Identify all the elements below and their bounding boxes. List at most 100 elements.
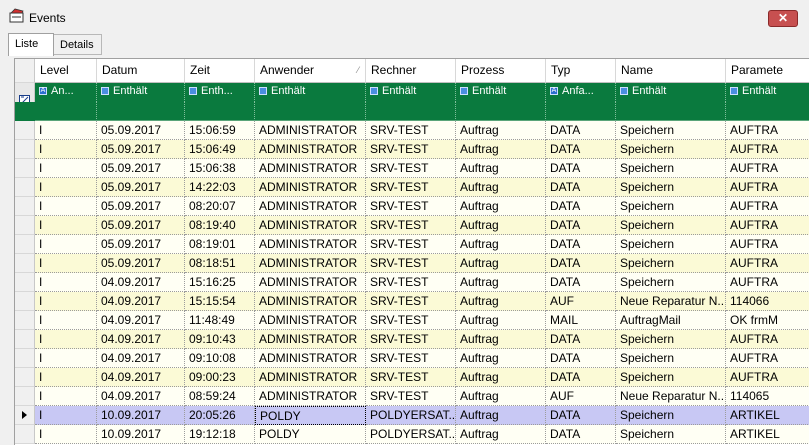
cell-name[interactable]: AuftragMail <box>616 311 726 330</box>
table-row[interactable]: I 04.09.2017 15:16:25 ADMINISTRATOR SRV-TEST… <box>15 273 809 292</box>
filter-input-datum[interactable] <box>97 102 185 121</box>
cell-anwender[interactable]: ADMINISTRATOR <box>255 140 366 159</box>
cell-level[interactable]: I <box>35 140 97 159</box>
cell-prozess[interactable]: Auftrag <box>456 216 546 235</box>
cell-prozess[interactable]: Auftrag <box>456 311 546 330</box>
row-selector[interactable] <box>15 273 35 292</box>
cell-rechner[interactable]: SRV-TEST <box>366 349 456 368</box>
cell-prozess[interactable]: Auftrag <box>456 292 546 311</box>
cell-prozess[interactable]: Auftrag <box>456 140 546 159</box>
cell-level[interactable]: I <box>35 235 97 254</box>
cell-datum[interactable]: 04.09.2017 <box>97 368 185 387</box>
cell-parameter[interactable]: AUFTRA <box>726 140 809 159</box>
filter-operator-icon[interactable] <box>370 87 378 96</box>
cell-parameter[interactable]: 114066 <box>726 292 809 311</box>
cell-anwender[interactable]: ADMINISTRATOR <box>255 254 366 273</box>
column-header-level[interactable]: Level <box>35 59 97 83</box>
cell-parameter[interactable]: AUFTRA <box>726 197 809 216</box>
table-row[interactable]: I 04.09.2017 15:15:54 ADMINISTRATOR SRV-TEST… <box>15 292 809 311</box>
cell-typ[interactable]: DATA <box>546 330 616 349</box>
cell-parameter[interactable]: AUFTRA <box>726 216 809 235</box>
cell-rechner[interactable]: POLDYERSAT... <box>366 425 456 444</box>
table-row[interactable]: I 04.09.2017 11:48:49 ADMINISTRATOR SRV-TEST… <box>15 311 809 330</box>
cell-prozess[interactable]: Auftrag <box>456 235 546 254</box>
filter-operator-icon[interactable] <box>259 87 267 96</box>
tab-details[interactable]: Details <box>54 34 102 55</box>
cell-parameter[interactable]: AUFTRA <box>726 273 809 292</box>
row-selector[interactable] <box>15 254 35 273</box>
cell-name[interactable]: Speichern <box>616 349 726 368</box>
cell-typ[interactable]: DATA <box>546 140 616 159</box>
cell-typ[interactable]: MAIL <box>546 311 616 330</box>
cell-level[interactable]: I <box>35 368 97 387</box>
cell-name[interactable]: Speichern <box>616 368 726 387</box>
cell-name[interactable]: Speichern <box>616 216 726 235</box>
cell-level[interactable]: I <box>35 387 97 406</box>
cell-zeit[interactable]: 15:06:38 <box>185 159 255 178</box>
cell-level[interactable]: I <box>35 330 97 349</box>
cell-prozess[interactable]: Auftrag <box>456 159 546 178</box>
cell-anwender[interactable]: ADMINISTRATOR <box>255 197 366 216</box>
cell-level[interactable]: I <box>35 254 97 273</box>
table-row[interactable]: I 10.09.2017 20:05:26 POLDY POLDYERSAT... Auf… <box>15 406 809 425</box>
filter-input-anwender[interactable] <box>255 102 366 121</box>
cell-level[interactable]: I <box>35 406 97 425</box>
row-selector[interactable] <box>15 197 35 216</box>
cell-anwender[interactable]: ADMINISTRATOR <box>255 292 366 311</box>
table-row[interactable]: I 04.09.2017 08:59:24 ADMINISTRATOR SRV-TEST… <box>15 387 809 406</box>
cell-zeit[interactable]: 11:48:49 <box>185 311 255 330</box>
cell-typ[interactable]: DATA <box>546 406 616 425</box>
cell-parameter[interactable]: OK frmM <box>726 311 809 330</box>
cell-prozess[interactable]: Auftrag <box>456 197 546 216</box>
filter-datum[interactable]: Enthält <box>97 83 185 102</box>
cell-datum[interactable]: 05.09.2017 <box>97 121 185 140</box>
cell-rechner[interactable]: SRV-TEST <box>366 273 456 292</box>
cell-level[interactable]: I <box>35 292 97 311</box>
cell-anwender[interactable]: ADMINISTRATOR <box>255 178 366 197</box>
cell-prozess[interactable]: Auftrag <box>456 406 546 425</box>
cell-rechner[interactable]: SRV-TEST <box>366 197 456 216</box>
cell-level[interactable]: I <box>35 216 97 235</box>
cell-prozess[interactable]: Auftrag <box>456 273 546 292</box>
cell-zeit[interactable]: 20:05:26 <box>185 406 255 425</box>
cell-prozess[interactable]: Auftrag <box>456 121 546 140</box>
cell-typ[interactable]: DATA <box>546 273 616 292</box>
filter-operator-icon[interactable]: A <box>39 87 47 96</box>
cell-rechner[interactable]: SRV-TEST <box>366 368 456 387</box>
filter-operator-icon[interactable] <box>730 87 738 96</box>
cell-anwender[interactable]: ADMINISTRATOR <box>255 330 366 349</box>
cell-zeit[interactable]: 08:20:07 <box>185 197 255 216</box>
row-selector[interactable] <box>15 216 35 235</box>
table-row[interactable]: I 04.09.2017 09:10:43 ADMINISTRATOR SRV-TEST… <box>15 330 809 349</box>
filter-typ[interactable]: A Anfa... <box>546 83 616 102</box>
cell-name[interactable]: Speichern <box>616 254 726 273</box>
row-selector[interactable] <box>15 425 35 444</box>
cell-rechner[interactable]: SRV-TEST <box>366 254 456 273</box>
cell-anwender[interactable]: ADMINISTRATOR <box>255 387 366 406</box>
table-row[interactable]: I 05.09.2017 08:19:40 ADMINISTRATOR SRV-TEST… <box>15 216 809 235</box>
filter-input-typ[interactable] <box>546 102 616 121</box>
cell-anwender[interactable]: ADMINISTRATOR <box>255 216 366 235</box>
cell-parameter[interactable]: AUFTRA <box>726 159 809 178</box>
row-selector[interactable] <box>15 140 35 159</box>
cell-zeit[interactable]: 08:19:01 <box>185 235 255 254</box>
filter-level[interactable]: A An... <box>35 83 97 102</box>
column-header-parameter[interactable]: Paramete <box>726 59 809 83</box>
cell-parameter[interactable]: AUFTRA <box>726 121 809 140</box>
cell-name[interactable]: Speichern <box>616 197 726 216</box>
cell-datum[interactable]: 04.09.2017 <box>97 273 185 292</box>
column-header-typ[interactable]: Typ <box>546 59 616 83</box>
cell-name[interactable]: Speichern <box>616 425 726 444</box>
cell-rechner[interactable]: SRV-TEST <box>366 159 456 178</box>
row-selector[interactable] <box>15 349 35 368</box>
cell-name[interactable]: Speichern <box>616 159 726 178</box>
cell-typ[interactable]: DATA <box>546 349 616 368</box>
close-button[interactable]: ✕ <box>768 10 798 27</box>
filter-operator-icon[interactable] <box>101 87 109 96</box>
column-header-prozess[interactable]: Prozess <box>456 59 546 83</box>
cell-anwender[interactable]: ADMINISTRATOR <box>255 159 366 178</box>
cell-parameter[interactable]: AUFTRA <box>726 254 809 273</box>
cell-level[interactable]: I <box>35 197 97 216</box>
cell-prozess[interactable]: Auftrag <box>456 349 546 368</box>
cell-name[interactable]: Speichern <box>616 178 726 197</box>
